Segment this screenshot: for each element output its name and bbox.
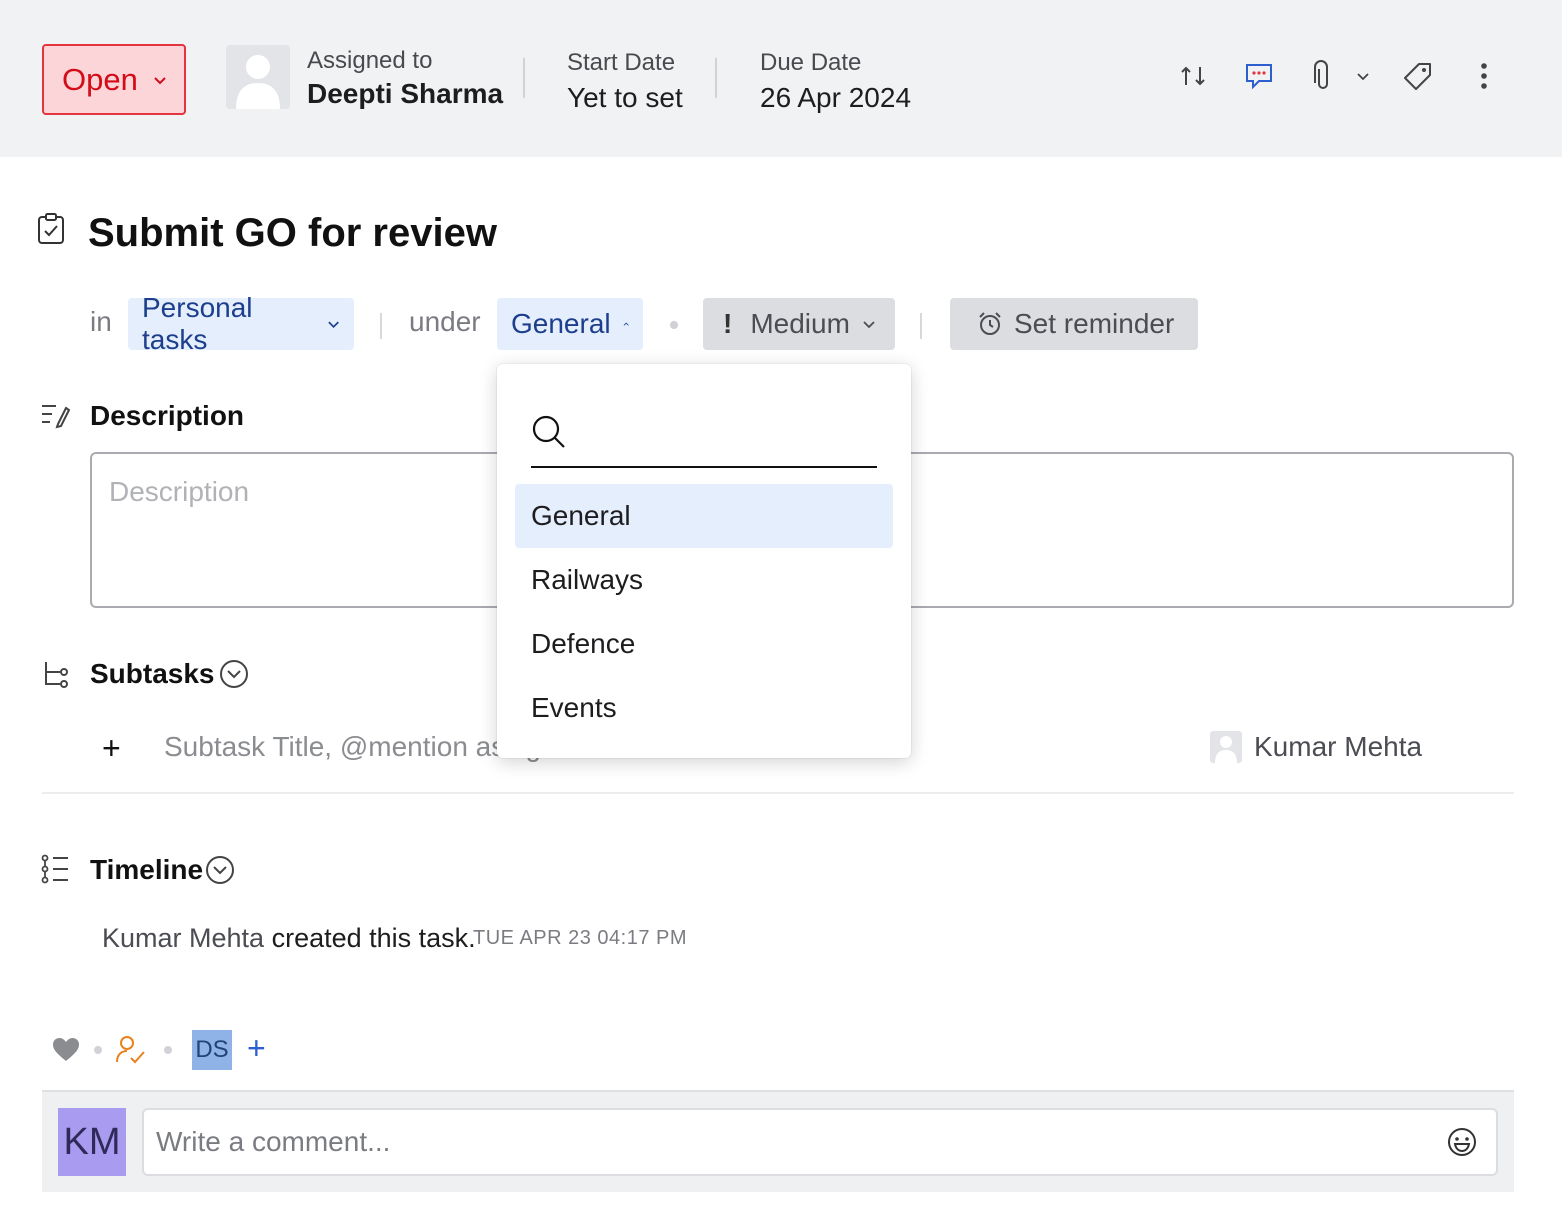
timeline-actor[interactable]: Kumar Mehta: [102, 923, 264, 953]
chevron-down-icon[interactable]: [1346, 58, 1380, 94]
subtasks-icon: [45, 662, 68, 688]
separator-dot: [670, 321, 678, 329]
start-date[interactable]: Start Date Yet to set: [567, 48, 683, 116]
timeline-timestamp: TUE APR 23 04:17 PM: [473, 927, 688, 949]
user-placeholder-icon: [1210, 731, 1242, 763]
timeline-heading: Timeline: [90, 854, 204, 885]
collapse-timeline-icon[interactable]: [205, 855, 235, 885]
divider: [42, 792, 1514, 794]
assigned-label: Assigned to: [307, 47, 433, 74]
timeline-entry: Kumar Mehta created this task.: [102, 921, 476, 955]
assigned-to[interactable]: Assigned to Deepti Sharma: [307, 46, 503, 112]
divider: [380, 313, 382, 339]
separator-dot: [94, 1046, 102, 1054]
set-reminder-button[interactable]: Set reminder: [950, 298, 1198, 350]
option-label: Events: [531, 692, 617, 723]
divider: [920, 313, 922, 339]
assignee-avatar[interactable]: [226, 45, 290, 109]
subtasks-heading: Subtasks: [90, 658, 215, 689]
list-selector[interactable]: Personal tasks: [128, 292, 354, 355]
description-placeholder: Description: [109, 476, 250, 507]
add-follower-button[interactable]: +: [247, 1032, 266, 1064]
start-date-label: Start Date: [567, 49, 676, 76]
comment-input[interactable]: Write a comment...: [142, 1108, 1498, 1176]
priority-label: Medium: [750, 308, 850, 339]
priority-icon: !: [723, 308, 733, 339]
status-label: Open: [62, 61, 138, 97]
swap-icon[interactable]: [1175, 58, 1211, 94]
list-label: Personal tasks: [142, 292, 253, 355]
chevron-down-icon: [328, 321, 339, 329]
followers-icon[interactable]: [114, 1034, 148, 1068]
status-dropdown[interactable]: Open: [42, 44, 186, 115]
subtask-assignee-name: Kumar Mehta: [1254, 731, 1423, 762]
heart-icon[interactable]: [52, 1037, 80, 1063]
emoji-icon[interactable]: [1446, 1126, 1478, 1158]
commenter-avatar: KM: [58, 1108, 126, 1176]
section-option-defence[interactable]: Defence: [515, 612, 893, 676]
due-date[interactable]: Due Date 26 Apr 2024: [760, 48, 911, 116]
section-label: General: [511, 308, 611, 339]
divider: [523, 58, 525, 98]
section-option-railways[interactable]: Railways: [515, 548, 893, 612]
task-header: Open Assigned to Deepti Sharma Start Dat…: [0, 0, 1562, 157]
set-reminder-label: Set reminder: [1014, 308, 1175, 339]
chevron-up-icon: [623, 322, 629, 326]
attachment-icon[interactable]: [1305, 58, 1341, 94]
more-icon[interactable]: [1466, 58, 1502, 94]
description-icon: [42, 405, 70, 429]
section-option-general[interactable]: General: [515, 484, 893, 548]
section-option-events[interactable]: Events: [515, 676, 893, 740]
timeline-action: created this task.: [264, 923, 476, 953]
section-dropdown: General Railways Defence Events: [497, 364, 911, 758]
option-label: Defence: [531, 628, 636, 659]
follower-avatar[interactable]: DS: [192, 1030, 232, 1070]
option-label: General: [531, 500, 631, 531]
tag-icon[interactable]: [1400, 58, 1436, 94]
comment-placeholder: Write a comment...: [156, 1126, 391, 1157]
chevron-down-icon: [154, 76, 166, 84]
separator-dot: [164, 1046, 172, 1054]
user-placeholder-icon: [236, 55, 280, 109]
add-subtask-button[interactable]: +: [102, 732, 121, 764]
start-date-value: Yet to set: [567, 82, 683, 113]
option-label: Railways: [531, 564, 644, 595]
timeline-icon: [41, 854, 68, 884]
section-search-input[interactable]: [531, 414, 877, 468]
due-date-value: 26 Apr 2024: [760, 82, 912, 113]
collapse-subtasks-icon[interactable]: [219, 659, 249, 689]
assigned-value: Deepti Sharma: [307, 78, 504, 109]
comment-icon[interactable]: [1241, 58, 1277, 94]
section-selector[interactable]: General: [497, 298, 643, 350]
due-date-label: Due Date: [760, 49, 862, 76]
description-heading: Description: [90, 400, 245, 431]
alarm-icon: [979, 312, 1001, 335]
task-clipboard-icon: [38, 213, 64, 244]
subtask-assignee[interactable]: Kumar Mehta: [1210, 731, 1422, 763]
under-label: under: [409, 306, 481, 337]
priority-selector[interactable]: ! Medium: [703, 298, 895, 350]
chevron-down-icon: [863, 321, 875, 329]
in-label: in: [90, 306, 112, 337]
divider: [715, 58, 717, 98]
search-icon: [532, 415, 565, 448]
task-title[interactable]: Submit GO for review: [88, 206, 497, 260]
